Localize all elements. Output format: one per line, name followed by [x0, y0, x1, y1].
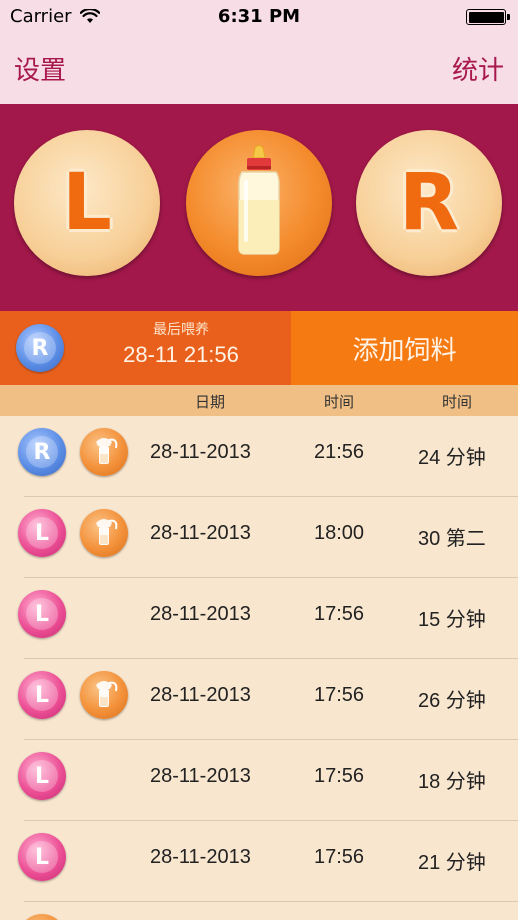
feeding-selector: L R	[0, 104, 518, 311]
table-row[interactable]: L 28-11-2013 18:00 30 第二	[18, 497, 518, 578]
row-time: 17:56	[314, 765, 365, 787]
side-l-icon: L	[18, 671, 66, 719]
left-breast-button[interactable]: L	[14, 130, 160, 276]
breast-pump-icon	[80, 509, 128, 557]
table-row[interactable]: R 28-11-2013 21:56 24 分钟	[18, 416, 518, 497]
table-row[interactable]: L 28-11-2013 17:56 18 分钟	[18, 740, 518, 821]
breast-pump-icon	[80, 671, 128, 719]
top-bar: Carrier 6:31 PM 设置 统计	[0, 0, 518, 104]
side-l-icon: L	[18, 752, 66, 800]
side-letter: L	[26, 517, 58, 549]
feeding-list: R 28-11-2013 21:56 24 分钟 L 28-11-2013 18:00 30 …	[0, 416, 518, 920]
row-date: 28-11-2013	[150, 846, 251, 868]
row-date: 28-11-2013	[150, 522, 251, 544]
right-letter: R	[398, 158, 460, 248]
row-time: 17:56	[314, 846, 365, 868]
row-date: 28-11-2013	[150, 684, 251, 706]
row-duration: 26 分钟	[418, 690, 486, 712]
table-header: 日期 时间 时间	[0, 385, 518, 416]
table-row[interactable]	[18, 902, 518, 920]
row-duration: 30 第二	[418, 528, 486, 550]
header-duration: 时间	[442, 393, 473, 411]
last-feed-panel: R 最后喂养 28-11 21:56	[0, 311, 291, 385]
row-date: 28-11-2013	[150, 765, 251, 787]
status-time: 6:31 PM	[217, 6, 301, 27]
side-l-icon: L	[18, 833, 66, 881]
last-feed-caption: 最后喂养	[153, 322, 209, 338]
last-feed-time: 28-11 21:56	[123, 342, 239, 367]
side-letter: L	[26, 598, 58, 630]
left-letter: L	[62, 158, 112, 248]
row-duration: 15 分钟	[418, 609, 486, 631]
bottle-icon	[238, 145, 280, 255]
last-side-letter: R	[24, 332, 56, 364]
row-duration: 21 分钟	[418, 852, 486, 874]
side-l-icon: L	[18, 590, 66, 638]
row-time: 17:56	[314, 684, 365, 706]
side-letter: L	[26, 841, 58, 873]
summary-bar: R 最后喂养 28-11 21:56 添加饲料	[0, 311, 518, 385]
settings-button[interactable]: 设置	[14, 50, 66, 87]
side-r-icon: R	[18, 428, 66, 476]
side-letter: L	[26, 679, 58, 711]
row-date: 28-11-2013	[150, 441, 251, 463]
side-letter: L	[26, 760, 58, 792]
right-breast-button[interactable]: R	[356, 130, 502, 276]
row-date: 28-11-2013	[150, 603, 251, 625]
header-date: 日期	[195, 393, 226, 411]
side-l-icon: L	[18, 509, 66, 557]
row-time: 17:56	[314, 603, 365, 625]
table-row[interactable]: L 28-11-2013 17:56 21 分钟	[18, 821, 518, 902]
row-time: 21:56	[314, 441, 365, 463]
row-duration: 24 分钟	[418, 447, 486, 469]
side-letter: R	[26, 436, 58, 468]
last-side-icon: R	[16, 324, 64, 372]
table-row[interactable]: L 28-11-2013 17:56 15 分钟	[18, 578, 518, 659]
table-row[interactable]: L 28-11-2013 17:56 26 分钟	[18, 659, 518, 740]
add-feed-button[interactable]: 添加饲料	[291, 311, 518, 385]
partial-row-icon	[18, 914, 66, 920]
breast-pump-icon	[80, 428, 128, 476]
status-bar: Carrier 6:31 PM	[0, 0, 518, 34]
header-time: 时间	[324, 393, 355, 411]
statistics-button[interactable]: 统计	[452, 50, 504, 87]
battery-icon	[466, 9, 510, 25]
bottle-button[interactable]	[186, 130, 332, 276]
row-time: 18:00	[314, 522, 365, 544]
row-duration: 18 分钟	[418, 771, 486, 793]
